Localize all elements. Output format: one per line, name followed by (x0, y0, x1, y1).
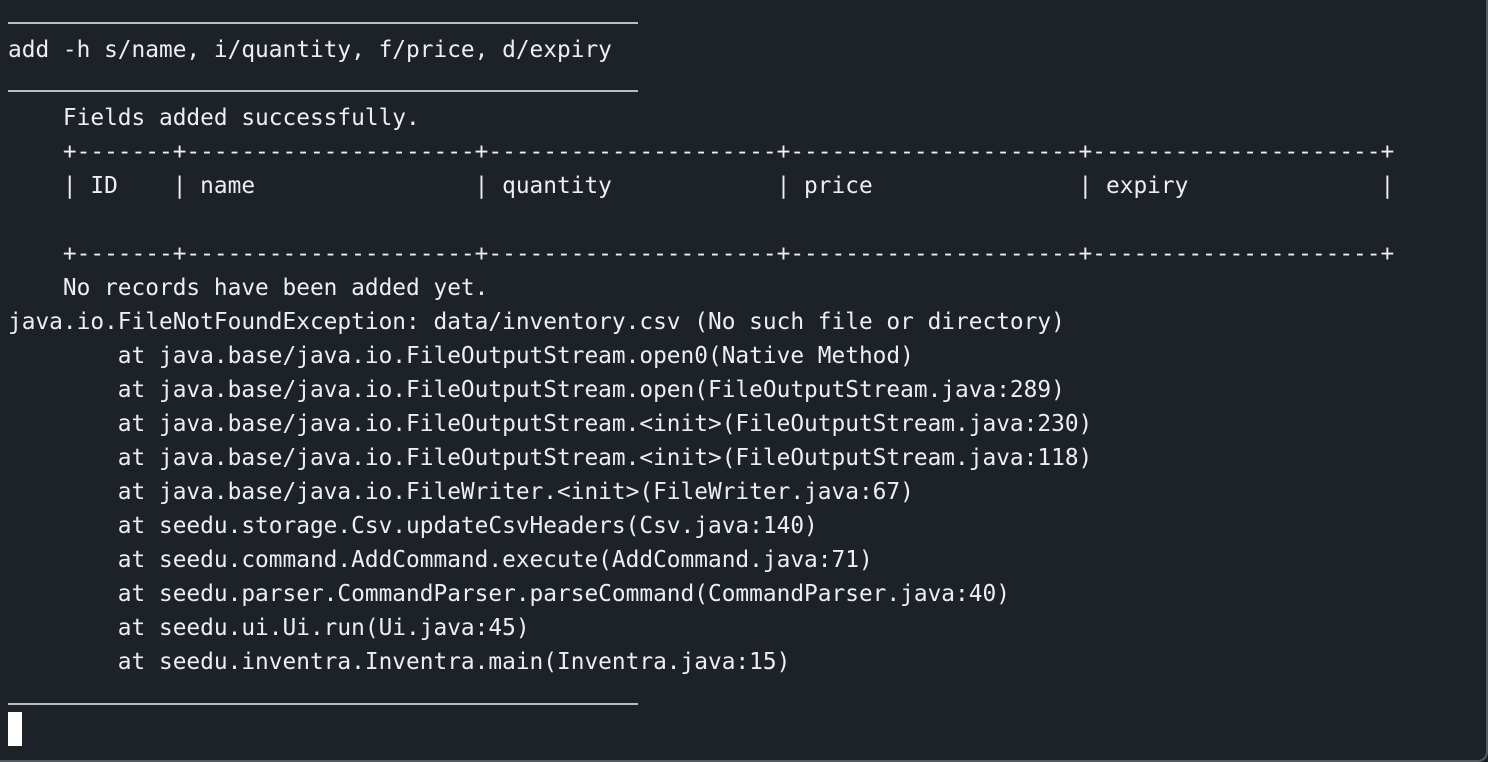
success-message: Fields added successfully. (8, 105, 420, 131)
table-border-top: +-------+---------------------+---------… (8, 139, 1395, 165)
divider-line (8, 703, 638, 705)
divider-line (8, 22, 638, 24)
stack-trace-line: at seedu.parser.CommandParser.parseComma… (8, 581, 1010, 607)
stack-trace-line: at seedu.storage.Csv.updateCsvHeaders(Cs… (8, 513, 818, 539)
table-border-bottom: +-------+---------------------+---------… (8, 241, 1395, 267)
divider-line (8, 90, 638, 92)
exception-message: java.io.FileNotFoundException: data/inve… (8, 309, 1065, 335)
stack-trace-line: at seedu.ui.Ui.run(Ui.java:45) (8, 615, 530, 641)
input-cursor[interactable] (8, 712, 22, 746)
table-header-row: | ID | name | quantity | price | expiry … (8, 173, 1395, 199)
stack-trace-line: at java.base/java.io.FileOutputStream.<i… (8, 445, 1093, 471)
command-echo: add -h s/name, i/quantity, f/price, d/ex… (8, 37, 612, 63)
stack-trace-line: at java.base/java.io.FileWriter.<init>(F… (8, 479, 914, 505)
stack-trace-line: at seedu.inventra.Inventra.main(Inventra… (8, 649, 791, 675)
stack-trace-line: at java.base/java.io.FileOutputStream.<i… (8, 411, 1093, 437)
terminal-window[interactable]: add -h s/name, i/quantity, f/price, d/ex… (0, 0, 1488, 762)
stack-trace-line: at java.base/java.io.FileOutputStream.op… (8, 377, 1065, 403)
empty-records-message: No records have been added yet. (8, 275, 489, 301)
stack-trace-line: at seedu.command.AddCommand.execute(AddC… (8, 547, 873, 573)
stack-trace-line: at java.base/java.io.FileOutputStream.op… (8, 343, 914, 369)
